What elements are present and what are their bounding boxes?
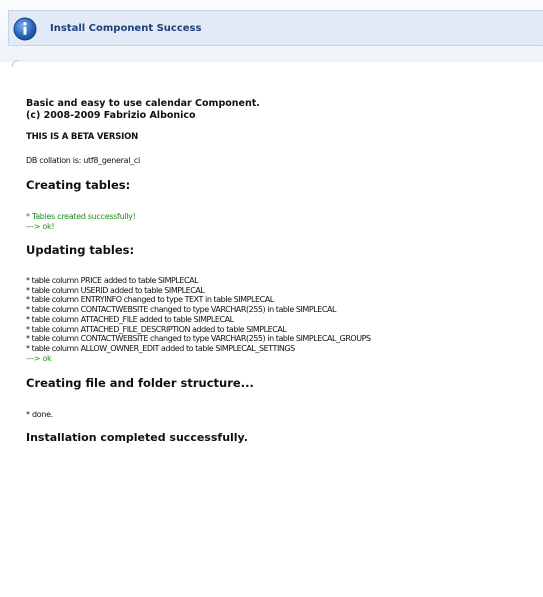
- list-item: * table column ALLOW_OWNER_EDIT added to…: [26, 343, 295, 353]
- structure-done: * done.: [26, 409, 53, 419]
- page-title: Install Component Success: [50, 23, 202, 34]
- updating-tables-ok: ---> ok: [26, 353, 52, 363]
- list-item: * table column USERID added to table SIM…: [26, 285, 205, 295]
- component-description: Basic and easy to use calendar Component…: [26, 98, 260, 109]
- message-header: Install Component Success: [0, 0, 543, 62]
- list-item: * table column CONTACTWEBSITE changed to…: [26, 305, 337, 315]
- list-item: * table column CONTACTWEBSITE changed to…: [26, 334, 371, 344]
- install-log: Basic and easy to use calendar Component…: [26, 98, 541, 444]
- update-list: * table column PRICE added to table SIMP…: [26, 276, 541, 354]
- info-icon: [13, 17, 37, 41]
- beta-notice: THIS IS A BETA VERSION: [26, 132, 139, 142]
- updating-tables-heading: Updating tables:: [26, 243, 135, 257]
- corner-decoration: [12, 60, 19, 67]
- creating-tables-heading: Creating tables:: [26, 178, 131, 192]
- list-item: * table column ATTACHED_FILE_DESCRIPTION…: [26, 324, 287, 334]
- collation-info: DB collation is: utf8_general_ci: [26, 156, 140, 165]
- structure-heading: Creating file and folder structure...: [26, 375, 254, 390]
- list-item: * table column PRICE added to table SIMP…: [26, 276, 199, 285]
- list-item: * table column ATTACHED_FILE added to ta…: [26, 314, 234, 324]
- install-complete-message: Installation completed successfully.: [26, 430, 248, 444]
- copyright-line: (c) 2008-2009 Fabrizio Albonico: [26, 110, 196, 121]
- tables-created-status: * Tables created successfully!: [26, 212, 136, 221]
- creating-tables-ok: ---> ok!: [26, 222, 55, 231]
- list-item: * table column ENTRYINFO changed to type…: [26, 295, 274, 305]
